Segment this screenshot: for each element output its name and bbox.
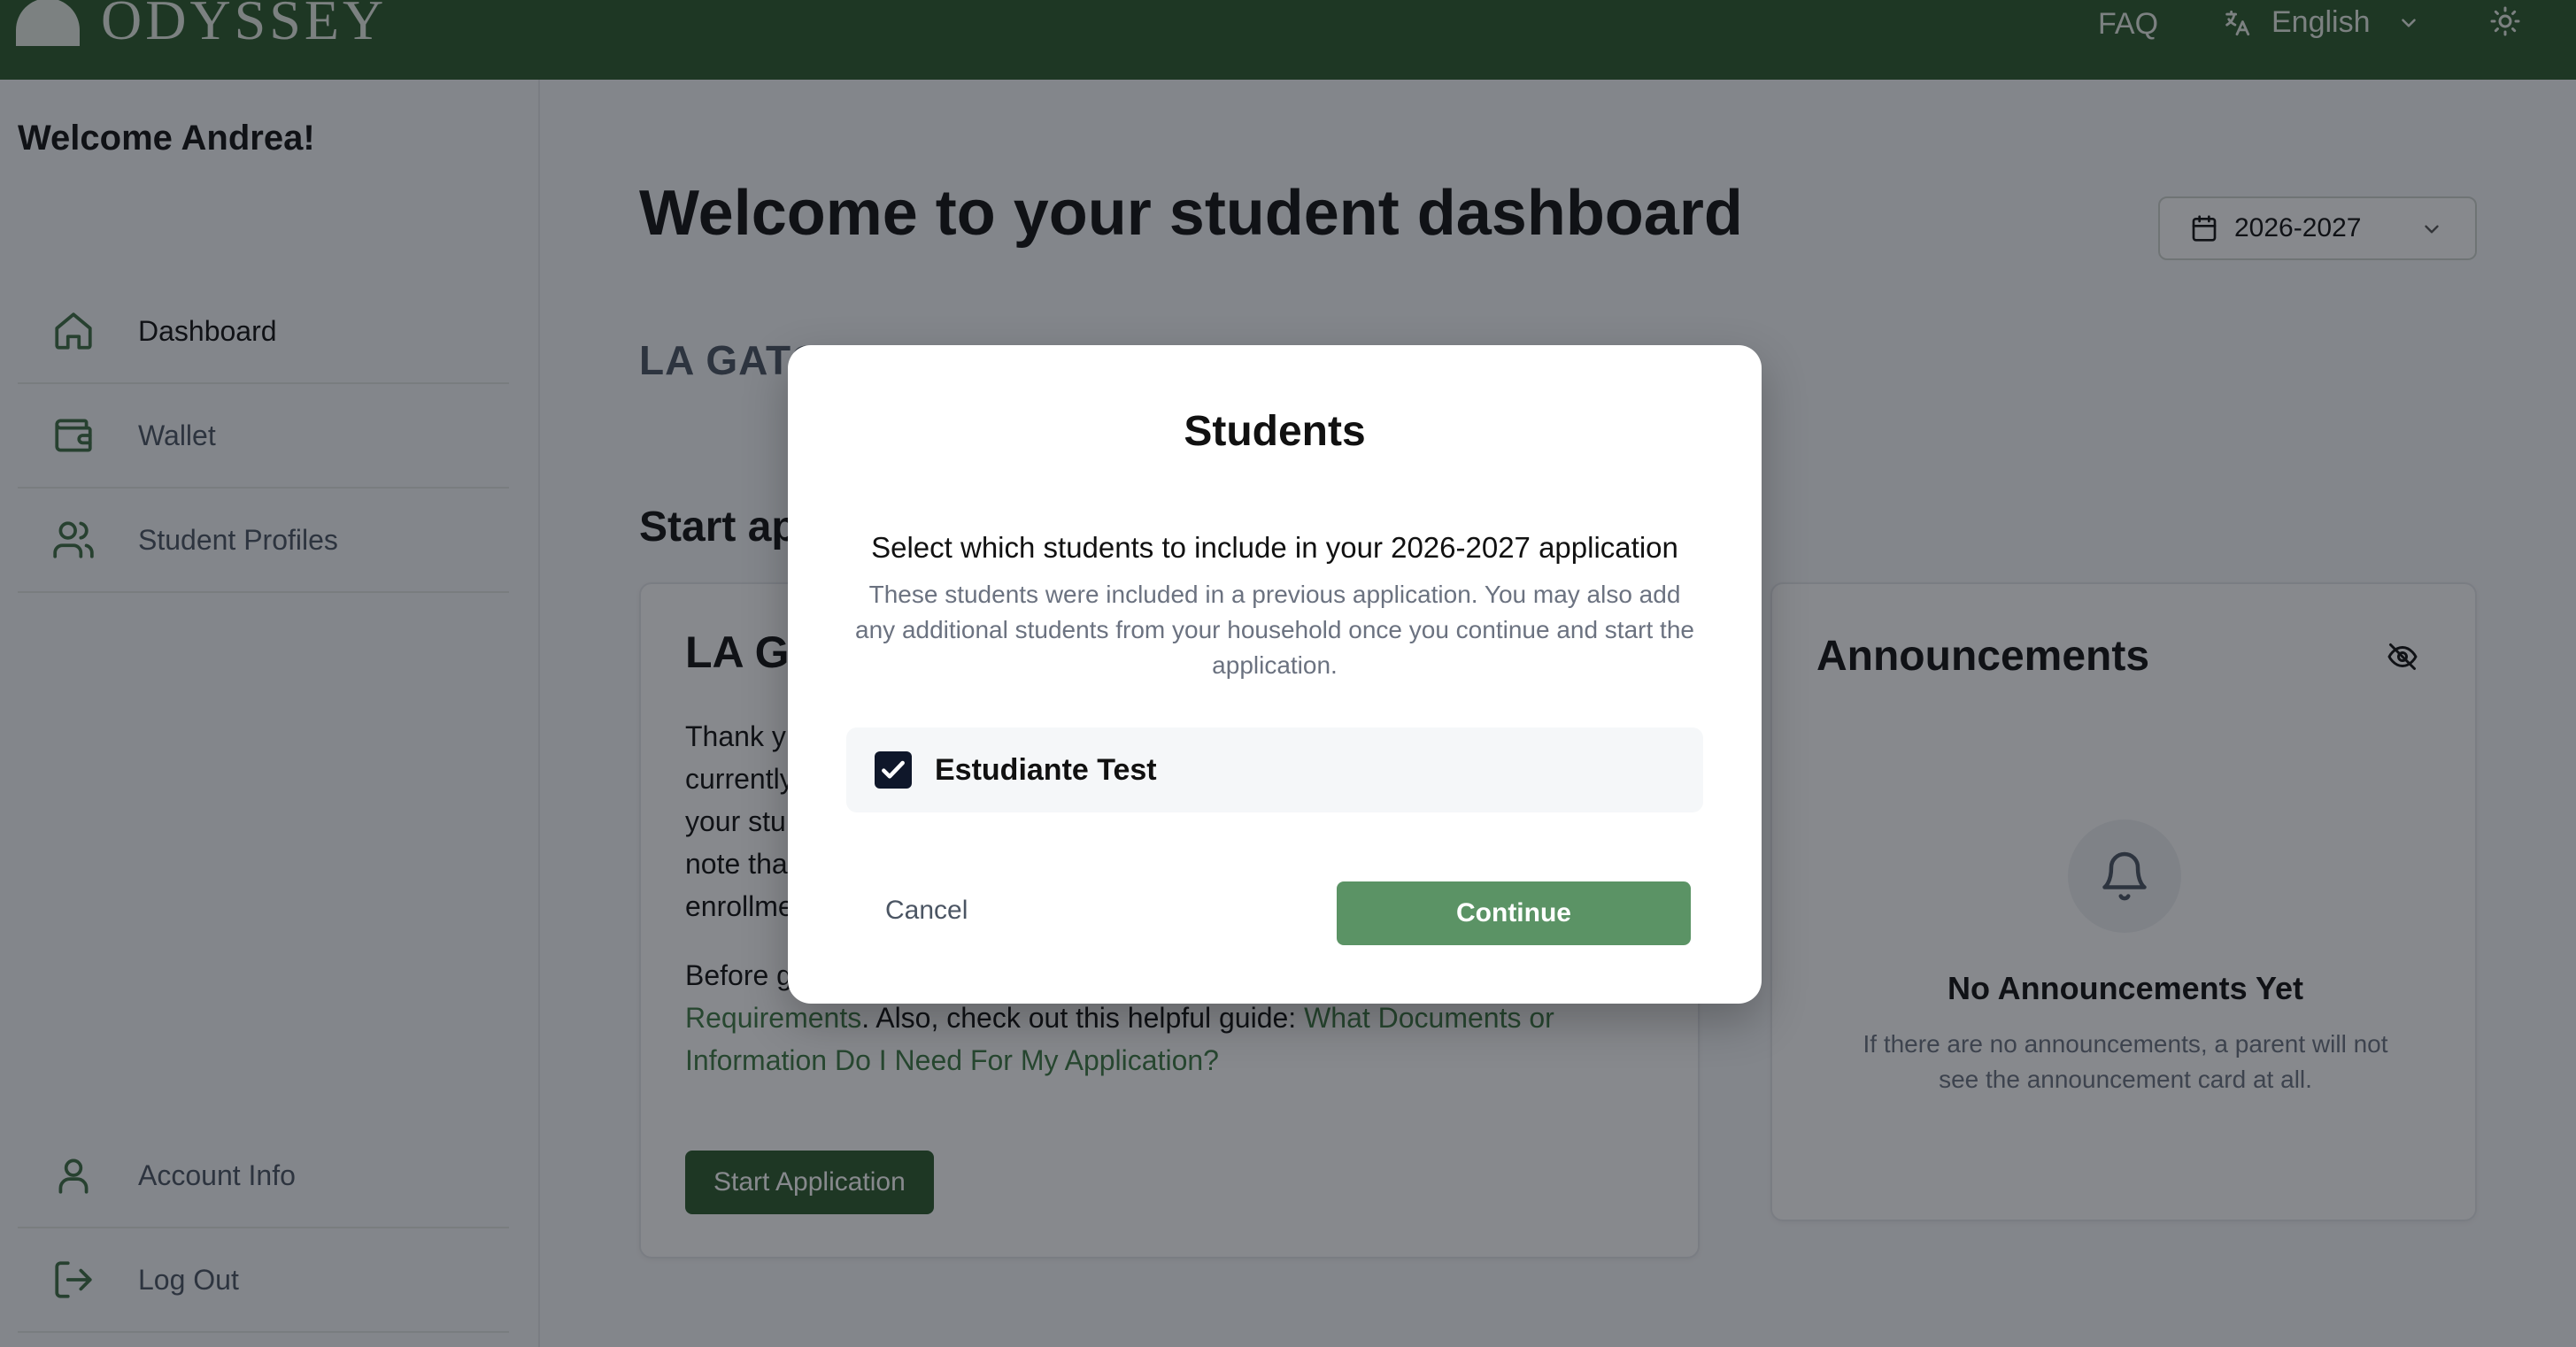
student-option[interactable]: Estudiante Test bbox=[846, 727, 1703, 812]
dialog-description: These students were included in a previo… bbox=[855, 581, 1694, 679]
student-checkbox[interactable] bbox=[875, 751, 912, 789]
students-dialog: Students Select which students to includ… bbox=[788, 345, 1762, 1004]
continue-button[interactable]: Continue bbox=[1337, 881, 1691, 945]
check-icon bbox=[882, 760, 905, 779]
student-name: Estudiante Test bbox=[935, 752, 1157, 787]
dialog-title: Students bbox=[1184, 408, 1366, 455]
cancel-button[interactable]: Cancel bbox=[885, 896, 968, 926]
dialog-subtitle: Select which students to include in your… bbox=[871, 531, 1678, 564]
